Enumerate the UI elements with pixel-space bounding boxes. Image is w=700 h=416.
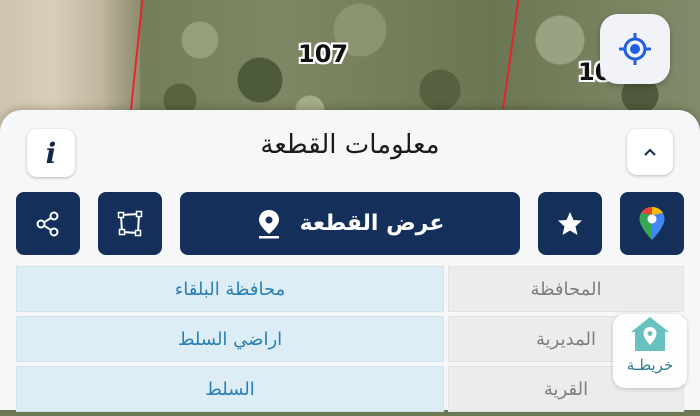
collapse-button[interactable] <box>627 129 673 175</box>
table-row: اراضي السلط المديرية <box>16 316 684 362</box>
detail-value: السلط <box>16 366 444 412</box>
map-home-button[interactable]: خريطـة <box>613 314 687 388</box>
polygon-button[interactable] <box>98 192 162 255</box>
parcel-number-label[interactable]: 107 <box>298 40 348 68</box>
home-map-icon <box>631 317 669 351</box>
table-row: محافظة البلقاء المحافظة <box>16 266 684 312</box>
polygon-icon <box>117 210 143 236</box>
chevron-up-icon <box>644 148 656 156</box>
parcel-details-table: محافظة البلقاء المحافظة اراضي السلط المد… <box>16 266 684 416</box>
detail-label: المحافظة <box>448 266 684 312</box>
crosshair-icon <box>619 33 651 65</box>
action-row: عرض القطعة <box>0 192 700 256</box>
table-row: السلط القرية <box>16 366 684 412</box>
show-parcel-label: عرض القطعة <box>299 211 445 236</box>
detail-value: اراضي السلط <box>16 316 444 362</box>
google-maps-button[interactable] <box>620 192 684 255</box>
detail-value: محافظة البلقاء <box>16 266 444 312</box>
location-pin-icon <box>258 209 279 238</box>
locate-me-button[interactable] <box>600 14 670 84</box>
share-icon <box>36 211 59 236</box>
parcel-boundary-line <box>501 0 520 110</box>
share-button[interactable] <box>16 192 80 255</box>
parcel-info-sheet: i معلومات القطعة عرض القطعة محافظة البلق… <box>0 110 700 412</box>
sheet-header: i معلومات القطعة <box>0 110 700 188</box>
show-parcel-button[interactable]: عرض القطعة <box>180 192 520 255</box>
map-home-label: خريطـة <box>626 356 674 374</box>
sheet-title: معلومات القطعة <box>260 130 440 160</box>
star-badge-icon <box>558 211 582 235</box>
google-maps-icon <box>639 206 665 240</box>
favorite-button[interactable] <box>538 192 602 255</box>
